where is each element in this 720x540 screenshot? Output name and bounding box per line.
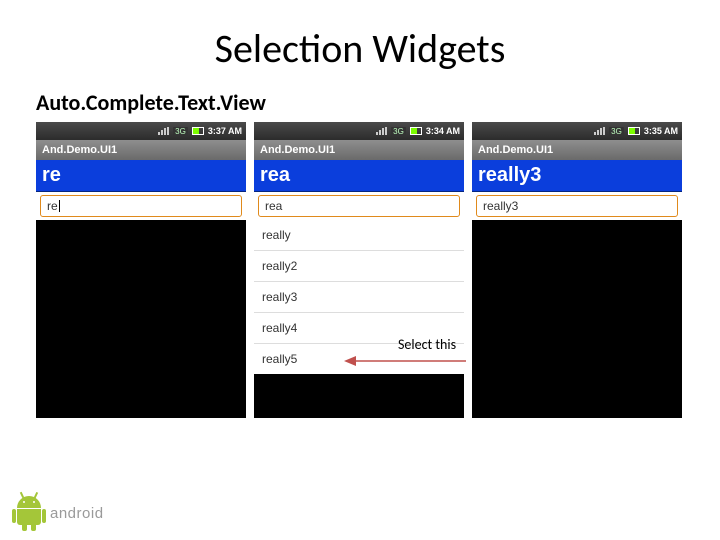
phones-row: 3G 3:37 AM And.Demo.UI1 re re 3G 3	[0, 122, 720, 418]
empty-area	[36, 220, 246, 418]
battery-icon	[192, 127, 204, 135]
network-badge: 3G	[609, 127, 624, 136]
input-text: really3	[483, 199, 518, 213]
phone-screenshot-2: 3G 3:34 AM And.Demo.UI1 rea rea really r…	[254, 122, 464, 418]
input-text: re	[47, 199, 58, 213]
result-label: re	[36, 160, 246, 192]
input-text: rea	[265, 199, 282, 213]
autocomplete-container: re	[36, 192, 246, 220]
slide-title: Selection Widgets	[0, 0, 720, 81]
autocomplete-container: rea	[254, 192, 464, 220]
android-wordmark: android	[50, 505, 104, 522]
phone-screenshot-1: 3G 3:37 AM And.Demo.UI1 re re	[36, 122, 246, 418]
signal-icon	[376, 127, 387, 135]
status-bar: 3G 3:35 AM	[472, 122, 682, 140]
autocomplete-container: really3	[472, 192, 682, 220]
clock-text: 3:35 AM	[644, 126, 678, 136]
android-logo: android	[14, 496, 104, 530]
app-title-bar: And.Demo.UI1	[472, 140, 682, 160]
android-robot-icon	[14, 496, 44, 530]
signal-icon	[158, 127, 169, 135]
result-label: rea	[254, 160, 464, 192]
slide-subtitle: Auto.Complete.Text.View	[0, 81, 720, 122]
autocomplete-input[interactable]: really3	[476, 195, 678, 217]
result-label: really3	[472, 160, 682, 192]
dropdown-option[interactable]: really	[254, 220, 464, 251]
autocomplete-input[interactable]: rea	[258, 195, 460, 217]
dropdown-option[interactable]: really3	[254, 282, 464, 313]
text-cursor-icon	[59, 200, 60, 212]
status-bar: 3G 3:37 AM	[36, 122, 246, 140]
arrow-icon	[344, 354, 468, 368]
dropdown-option[interactable]: really2	[254, 251, 464, 282]
status-bar: 3G 3:34 AM	[254, 122, 464, 140]
app-title-bar: And.Demo.UI1	[254, 140, 464, 160]
phone-screenshot-3: 3G 3:35 AM And.Demo.UI1 really3 really3	[472, 122, 682, 418]
battery-icon	[410, 127, 422, 135]
autocomplete-input[interactable]: re	[40, 195, 242, 217]
battery-icon	[628, 127, 640, 135]
network-badge: 3G	[391, 127, 406, 136]
network-badge: 3G	[173, 127, 188, 136]
signal-icon	[594, 127, 605, 135]
clock-text: 3:34 AM	[426, 126, 460, 136]
app-title-bar: And.Demo.UI1	[36, 140, 246, 160]
clock-text: 3:37 AM	[208, 126, 242, 136]
empty-area	[472, 220, 682, 418]
annotation-text: Select this	[398, 336, 456, 353]
